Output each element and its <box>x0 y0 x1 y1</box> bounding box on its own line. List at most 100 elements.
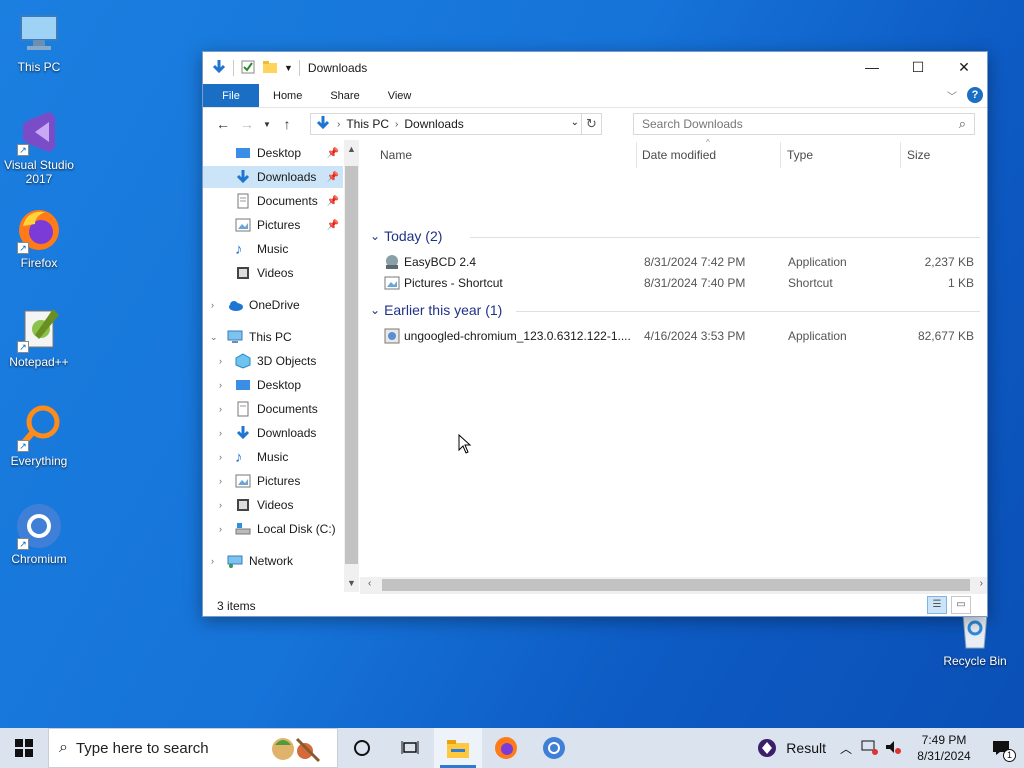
new-folder-icon[interactable] <box>262 59 278 78</box>
desktop-icon-firefox[interactable]: ↗ Firefox <box>0 206 78 270</box>
clock[interactable]: 7:49 PM 8/31/2024 <box>910 732 978 764</box>
breadcrumb-chevron-icon[interactable]: › <box>337 119 340 130</box>
large-icons-view-button[interactable]: ▭ <box>951 596 971 614</box>
collapse-chevron-icon[interactable]: ⌄ <box>210 332 218 343</box>
nav-item-documents[interactable]: Documents 📌 <box>203 190 343 212</box>
refresh-button[interactable]: ↻ <box>581 114 601 134</box>
desktop-icon-notepad-plus-plus[interactable]: ↗ Notepad++ <box>0 305 78 369</box>
scroll-right-arrow-icon[interactable]: › <box>980 578 983 589</box>
nav-item-onedrive[interactable]: › OneDrive <box>203 294 343 316</box>
nav-item-music-pc[interactable]: › ♪ Music <box>203 446 343 468</box>
nav-item-this-pc[interactable]: ⌄ This PC <box>203 326 343 348</box>
expand-chevron-icon[interactable]: › <box>219 428 222 438</box>
expand-chevron-icon[interactable]: › <box>219 476 222 486</box>
tab-file[interactable]: File <box>203 84 259 107</box>
desktop-icon-visual-studio[interactable]: ↗ Visual Studio 2017 <box>0 108 78 186</box>
column-separator[interactable] <box>636 142 637 168</box>
tab-home[interactable]: Home <box>259 84 316 107</box>
scrollbar-thumb[interactable] <box>345 166 358 564</box>
properties-check-icon[interactable] <box>240 59 256 78</box>
task-view-cortana-button[interactable] <box>338 728 386 768</box>
nav-item-music[interactable]: ♪ Music <box>203 238 343 260</box>
nav-item-pictures-pc[interactable]: › Pictures <box>203 470 343 492</box>
file-list-horizontal-scrollbar[interactable]: ‹ › <box>360 577 987 594</box>
help-button[interactable]: ? <box>967 87 983 103</box>
taskbar-search-box[interactable]: ⌕ Type here to search <box>48 728 338 768</box>
address-dropdown-icon[interactable]: ⌄ <box>571 117 579 128</box>
show-hidden-icons-chevron-icon[interactable]: ︿ <box>840 740 852 757</box>
column-separator[interactable] <box>780 142 781 168</box>
expand-chevron-icon[interactable]: › <box>211 300 214 310</box>
maximize-button[interactable]: ☐ <box>895 52 941 82</box>
breadcrumb-chevron-icon[interactable]: › <box>395 119 398 130</box>
close-button[interactable]: ✕ <box>941 52 987 82</box>
weather-widget[interactable]: Result <box>756 737 826 759</box>
details-view-button[interactable]: ☰ <box>927 596 947 614</box>
breadcrumb-downloads[interactable]: Downloads <box>404 117 463 131</box>
column-header-date-modified[interactable]: Date modified <box>642 148 716 162</box>
pin-icon[interactable]: 📌 <box>327 172 339 183</box>
column-header-type[interactable]: Type <box>787 148 813 162</box>
breadcrumb-this-pc[interactable]: This PC <box>346 117 389 131</box>
column-header-name[interactable]: Name <box>380 148 412 162</box>
expand-chevron-icon[interactable]: › <box>219 404 222 414</box>
pin-icon[interactable]: 📌 <box>327 220 339 231</box>
nav-item-downloads-pc[interactable]: › Downloads <box>203 422 343 444</box>
desktop-icon-chromium[interactable]: ↗ Chromium <box>0 502 78 566</box>
collapse-chevron-icon[interactable]: ⌄ <box>370 303 380 317</box>
nav-item-videos-pc[interactable]: › Videos <box>203 494 343 516</box>
expand-ribbon-chevron-icon[interactable]: ﹀ <box>947 88 957 103</box>
scroll-left-arrow-icon[interactable]: ‹ <box>368 578 371 589</box>
expand-chevron-icon[interactable]: › <box>219 452 222 462</box>
expand-chevron-icon[interactable]: › <box>219 524 222 534</box>
column-separator[interactable] <box>900 142 901 168</box>
notification-center-button[interactable]: 1 <box>978 728 1024 768</box>
collapse-chevron-icon[interactable]: ⌄ <box>370 229 380 243</box>
forward-button[interactable]: → <box>235 116 259 132</box>
tab-view[interactable]: View <box>374 84 426 107</box>
address-bar[interactable]: › This PC › Downloads ⌄ ↻ <box>310 113 602 135</box>
pin-icon[interactable]: 📌 <box>327 148 339 159</box>
nav-item-desktop-pc[interactable]: › Desktop <box>203 374 343 396</box>
expand-chevron-icon[interactable]: › <box>219 356 222 366</box>
expand-chevron-icon[interactable]: › <box>219 380 222 390</box>
start-button[interactable] <box>0 728 48 768</box>
tab-share[interactable]: Share <box>316 84 373 107</box>
navigation-pane-scrollbar[interactable]: ▲ ▼ <box>344 140 359 592</box>
column-header-size[interactable]: Size <box>907 148 930 162</box>
taskbar-firefox[interactable] <box>482 728 530 768</box>
title-bar[interactable]: ▼ Downloads — ☐ ✕ <box>203 52 987 84</box>
search-box[interactable]: Search Downloads ⌕ <box>633 113 975 135</box>
nav-item-local-disk[interactable]: › Local Disk (C:) <box>203 518 343 540</box>
recent-locations-button[interactable]: ▼ <box>259 120 275 129</box>
nav-item-videos[interactable]: Videos <box>203 262 343 284</box>
taskbar-file-explorer[interactable] <box>434 728 482 768</box>
scrollbar-thumb[interactable] <box>382 579 970 591</box>
expand-chevron-icon[interactable]: › <box>211 556 214 566</box>
taskbar-chromium[interactable] <box>530 728 578 768</box>
scroll-up-arrow-icon[interactable]: ▲ <box>344 144 359 154</box>
expand-chevron-icon[interactable]: › <box>219 500 222 510</box>
group-header-earlier-this-year[interactable]: ⌄ Earlier this year (1) <box>370 302 980 318</box>
nav-item-pictures[interactable]: Pictures 📌 <box>203 214 343 236</box>
nav-item-3d-objects[interactable]: › 3D Objects <box>203 350 343 372</box>
pin-icon[interactable]: 📌 <box>327 196 339 207</box>
nav-item-downloads[interactable]: Downloads 📌 <box>203 166 343 188</box>
nav-item-documents-pc[interactable]: › Documents <box>203 398 343 420</box>
back-button[interactable]: ← <box>211 116 235 132</box>
down-arrow-icon[interactable] <box>211 59 227 78</box>
volume-muted-icon[interactable] <box>884 739 902 758</box>
file-row-pictures-shortcut[interactable]: Pictures - Shortcut 8/31/2024 7:40 PM Sh… <box>380 273 980 293</box>
taskbar-search-input[interactable]: Type here to search <box>76 740 209 757</box>
search-input[interactable]: Search Downloads <box>642 117 743 131</box>
desktop-icon-everything[interactable]: ↗ Everything <box>0 404 78 468</box>
file-row-easybcd[interactable]: EasyBCD 2.4 8/31/2024 7:42 PM Applicatio… <box>380 252 980 272</box>
up-button[interactable]: ↑ <box>275 116 299 132</box>
network-status-icon[interactable] <box>860 739 878 758</box>
desktop-icon-this-pc[interactable]: This PC <box>0 10 78 74</box>
nav-item-network[interactable]: › Network <box>203 550 343 572</box>
file-explorer-window[interactable]: ▼ Downloads — ☐ ✕ File Home Share View ﹀… <box>202 51 988 617</box>
minimize-button[interactable]: — <box>849 52 895 82</box>
qat-dropdown-icon[interactable]: ▼ <box>284 63 293 73</box>
file-row-ungoogled-chromium[interactable]: ungoogled-chromium_123.0.6312.122-1.... … <box>380 326 980 346</box>
